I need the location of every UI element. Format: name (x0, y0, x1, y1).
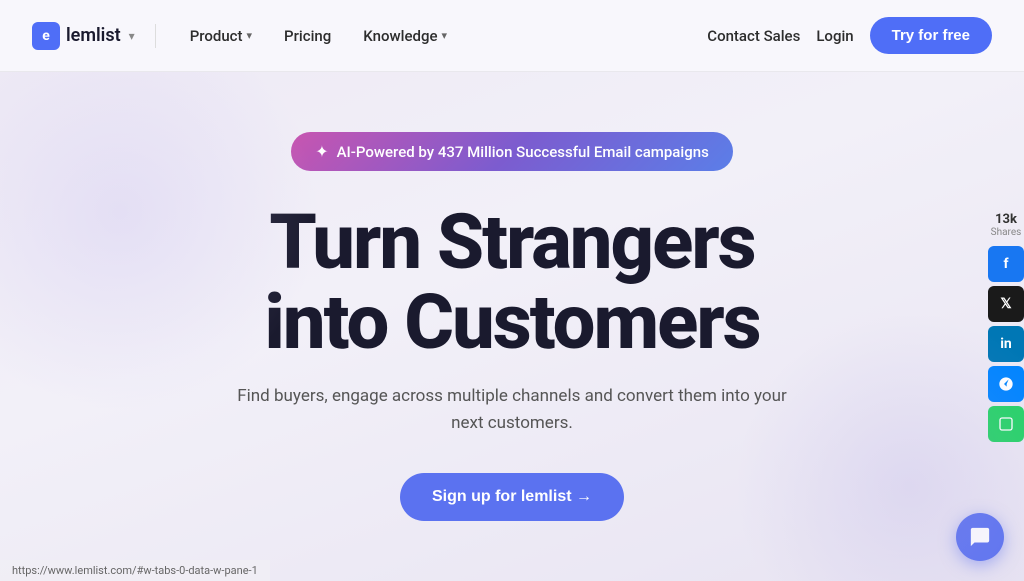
share-count-label: Shares (991, 227, 1022, 238)
share-count-number: 13k (991, 212, 1022, 227)
social-share-count: 13k Shares (991, 212, 1022, 238)
status-url: https://www.lemlist.com/#w-tabs-0-data-w… (12, 564, 258, 577)
hero-subtitle: Find buyers, engage across multiple chan… (232, 383, 792, 437)
hero-section: ✦ AI-Powered by 437 Million Successful E… (0, 72, 1024, 581)
contact-sales-link[interactable]: Contact Sales (707, 27, 800, 45)
nav-pricing[interactable]: Pricing (270, 19, 345, 53)
nav-divider (155, 24, 156, 48)
linkedin-share-button[interactable]: in (988, 326, 1024, 362)
messenger-share-button[interactable] (988, 366, 1024, 402)
ai-badge-text: AI-Powered by 437 Million Successful Ema… (337, 143, 709, 161)
logo[interactable]: e lemlist ▾ (32, 22, 135, 50)
product-chevron-icon: ▾ (247, 29, 253, 42)
try-for-free-button[interactable]: Try for free (870, 17, 992, 54)
nav-product[interactable]: Product ▾ (176, 19, 266, 53)
status-bar: https://www.lemlist.com/#w-tabs-0-data-w… (0, 560, 270, 581)
hero-title: Turn Strangers into Customers (264, 203, 759, 363)
navbar-right: Contact Sales Login Try for free (707, 17, 992, 54)
ai-badge[interactable]: ✦ AI-Powered by 437 Million Successful E… (291, 132, 733, 171)
knowledge-chevron-icon: ▾ (441, 29, 447, 42)
facebook-share-button[interactable]: f (988, 246, 1024, 282)
logo-text: lemlist (66, 25, 121, 46)
social-sidebar: 13k Shares f 𝕏 in (988, 212, 1024, 442)
navbar: e lemlist ▾ Product ▾ Pricing Knowledge … (0, 0, 1024, 72)
whatsapp-share-button[interactable] (988, 406, 1024, 442)
chat-button[interactable] (956, 513, 1004, 561)
nav-knowledge[interactable]: Knowledge ▾ (349, 19, 461, 53)
twitter-share-button[interactable]: 𝕏 (988, 286, 1024, 322)
nav-links: Product ▾ Pricing Knowledge ▾ (176, 19, 461, 53)
navbar-left: e lemlist ▾ Product ▾ Pricing Knowledge … (32, 19, 461, 53)
login-button[interactable]: Login (816, 27, 853, 45)
signup-button[interactable]: Sign up for lemlist → (400, 473, 624, 521)
sparkle-icon: ✦ (315, 142, 328, 161)
logo-chevron-icon: ▾ (129, 29, 135, 43)
logo-icon: e (32, 22, 60, 50)
